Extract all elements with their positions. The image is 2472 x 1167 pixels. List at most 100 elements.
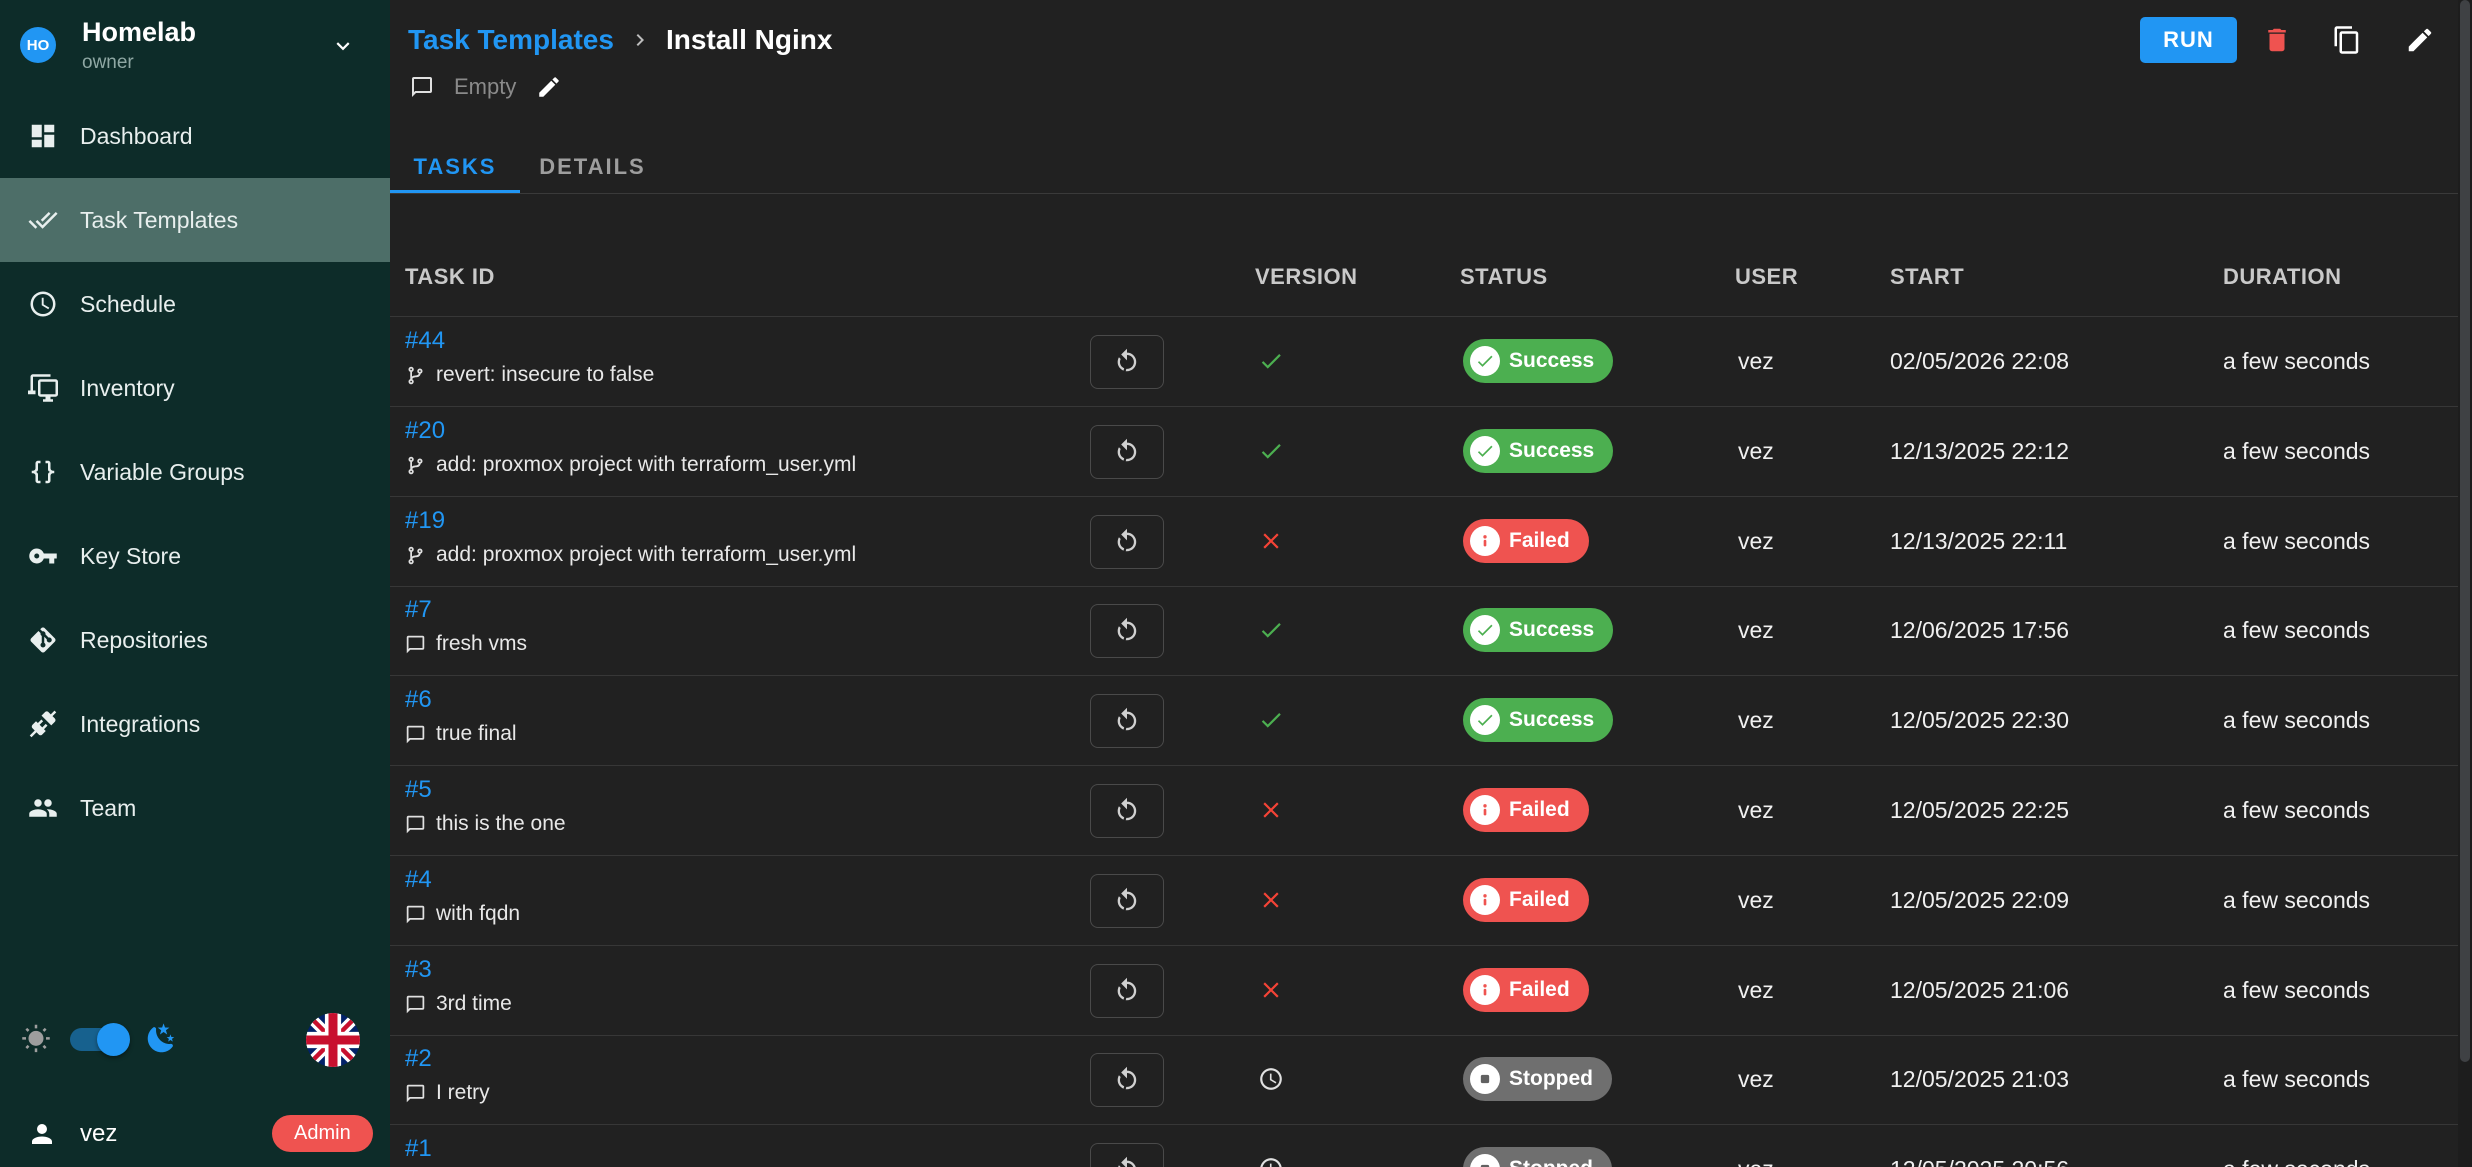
language-flag-uk[interactable]	[306, 1013, 360, 1067]
sidebar-item-task-templates[interactable]: Task Templates	[0, 178, 390, 262]
sidebar-item-dashboard[interactable]: Dashboard	[0, 94, 390, 178]
sidebar-item-inventory[interactable]: Inventory	[0, 346, 390, 430]
sun-icon	[21, 1024, 51, 1054]
task-message: revert: insecure to false	[405, 363, 654, 387]
task-start: 12/05/2025 22:30	[1890, 707, 2069, 734]
task-id-link[interactable]: #44	[405, 327, 445, 355]
sidebar-item-schedule[interactable]: Schedule	[0, 262, 390, 346]
copy-template-button[interactable]	[2332, 25, 2362, 55]
message-icon	[405, 634, 426, 655]
info-circle-icon	[1470, 795, 1500, 825]
sidebar-item-team[interactable]: Team	[0, 766, 390, 850]
version-fail-icon	[1258, 887, 1284, 913]
status-label: Failed	[1509, 978, 1570, 1002]
toggle-knob	[97, 1023, 130, 1056]
task-user: vez	[1738, 1066, 1774, 1093]
task-message-text: with fqdn	[436, 902, 520, 926]
task-start: 12/13/2025 22:11	[1890, 528, 2067, 555]
task-duration: a few seconds	[2223, 438, 2370, 465]
tab-details[interactable]: DETAILS	[530, 140, 655, 193]
table-row: #7 fresh vms Success vez 12/06/2025 17:5…	[390, 586, 2460, 676]
task-id-link[interactable]: #7	[405, 596, 432, 624]
rerun-task-button[interactable]	[1090, 874, 1164, 928]
sidebar-item-variable-groups[interactable]: Variable Groups	[0, 430, 390, 514]
rerun-task-button[interactable]	[1090, 1143, 1164, 1167]
task-user: vez	[1738, 528, 1774, 555]
table-row: #1 Stopped vez 12/05/2025 20:56 a few se…	[390, 1125, 2460, 1167]
chevron-down-icon[interactable]	[330, 33, 356, 59]
version-check-icon	[1258, 348, 1284, 374]
task-duration: a few seconds	[2223, 1066, 2370, 1093]
info-circle-icon	[1470, 975, 1500, 1005]
task-start: 12/13/2025 22:12	[1890, 438, 2069, 465]
task-id-link[interactable]: #6	[405, 686, 432, 714]
delete-template-button[interactable]	[2262, 25, 2292, 55]
scrollbar-track[interactable]	[2458, 0, 2472, 1167]
copy-icon	[2332, 25, 2362, 55]
stop-circle-icon	[1470, 1064, 1500, 1094]
sidebar-item-repositories[interactable]: Repositories	[0, 598, 390, 682]
task-duration: a few seconds	[2223, 348, 2370, 375]
task-message: add: proxmox project with terraform_user…	[405, 453, 856, 477]
rerun-task-button[interactable]	[1090, 335, 1164, 389]
sidebar-item-label: Task Templates	[80, 207, 238, 234]
version-fail-icon	[1258, 977, 1284, 1003]
task-id-link[interactable]: #1	[405, 1135, 432, 1163]
task-id-link[interactable]: #5	[405, 776, 432, 804]
table-row: #19 add: proxmox project with terraform_…	[390, 497, 2460, 587]
dark-mode-toggle[interactable]	[70, 1028, 127, 1051]
sidebar-item-key-store[interactable]: Key Store	[0, 514, 390, 598]
message-icon	[405, 724, 426, 745]
task-duration: a few seconds	[2223, 1156, 2370, 1167]
rerun-task-button[interactable]	[1090, 964, 1164, 1018]
breadcrumb-task-templates-link[interactable]: Task Templates	[408, 24, 614, 56]
table-row: #6 true final Success vez 12/05/2025 22:…	[390, 676, 2460, 766]
status-label: Failed	[1509, 888, 1570, 912]
task-duration: a few seconds	[2223, 617, 2370, 644]
run-button[interactable]: RUN	[2140, 17, 2237, 63]
task-id-link[interactable]: #19	[405, 507, 445, 535]
rerun-task-button[interactable]	[1090, 425, 1164, 479]
status-label: Success	[1509, 439, 1594, 463]
status-label: Success	[1509, 349, 1594, 373]
status-badge-stopped: Stopped	[1463, 1057, 1612, 1101]
task-user: vez	[1738, 977, 1774, 1004]
rerun-task-button[interactable]	[1090, 694, 1164, 748]
task-id-link[interactable]: #20	[405, 417, 445, 445]
clock-icon	[28, 289, 58, 319]
info-circle-icon	[1470, 885, 1500, 915]
status-label: Stopped	[1509, 1067, 1593, 1091]
git-icon	[28, 625, 58, 655]
version-check-icon	[1258, 707, 1284, 733]
check-circle-icon	[1470, 346, 1500, 376]
rerun-task-button[interactable]	[1090, 604, 1164, 658]
sidebar-item-integrations[interactable]: Integrations	[0, 682, 390, 766]
description-text: Empty	[454, 74, 516, 100]
task-start: 12/06/2025 17:56	[1890, 617, 2069, 644]
message-icon	[405, 904, 426, 925]
task-message-text: revert: insecure to false	[436, 363, 654, 387]
source-branch-icon	[405, 365, 426, 386]
task-id-link[interactable]: #3	[405, 956, 432, 984]
edit-description-pencil-icon[interactable]	[536, 74, 562, 100]
current-user[interactable]: vez Admin	[0, 1108, 390, 1160]
status-badge-success: Success	[1463, 429, 1613, 473]
tab-tasks[interactable]: TASKS	[390, 140, 520, 193]
project-switcher[interactable]: HO Homelab owner	[0, 0, 390, 105]
column-start: START	[1890, 264, 1964, 290]
check-circle-icon	[1470, 436, 1500, 466]
status-badge-success: Success	[1463, 339, 1613, 383]
rerun-task-button[interactable]	[1090, 784, 1164, 838]
status-badge-failed: Failed	[1463, 878, 1589, 922]
scrollbar-thumb[interactable]	[2460, 0, 2470, 1062]
message-icon	[405, 1083, 426, 1104]
source-branch-icon	[405, 455, 426, 476]
template-description: Empty	[410, 74, 562, 100]
sidebar-item-label: Schedule	[80, 291, 176, 318]
edit-template-button[interactable]	[2405, 25, 2435, 55]
task-id-link[interactable]: #4	[405, 866, 432, 894]
task-message: this is the one	[405, 812, 566, 836]
task-id-link[interactable]: #2	[405, 1045, 432, 1073]
rerun-task-button[interactable]	[1090, 1053, 1164, 1107]
rerun-task-button[interactable]	[1090, 515, 1164, 569]
